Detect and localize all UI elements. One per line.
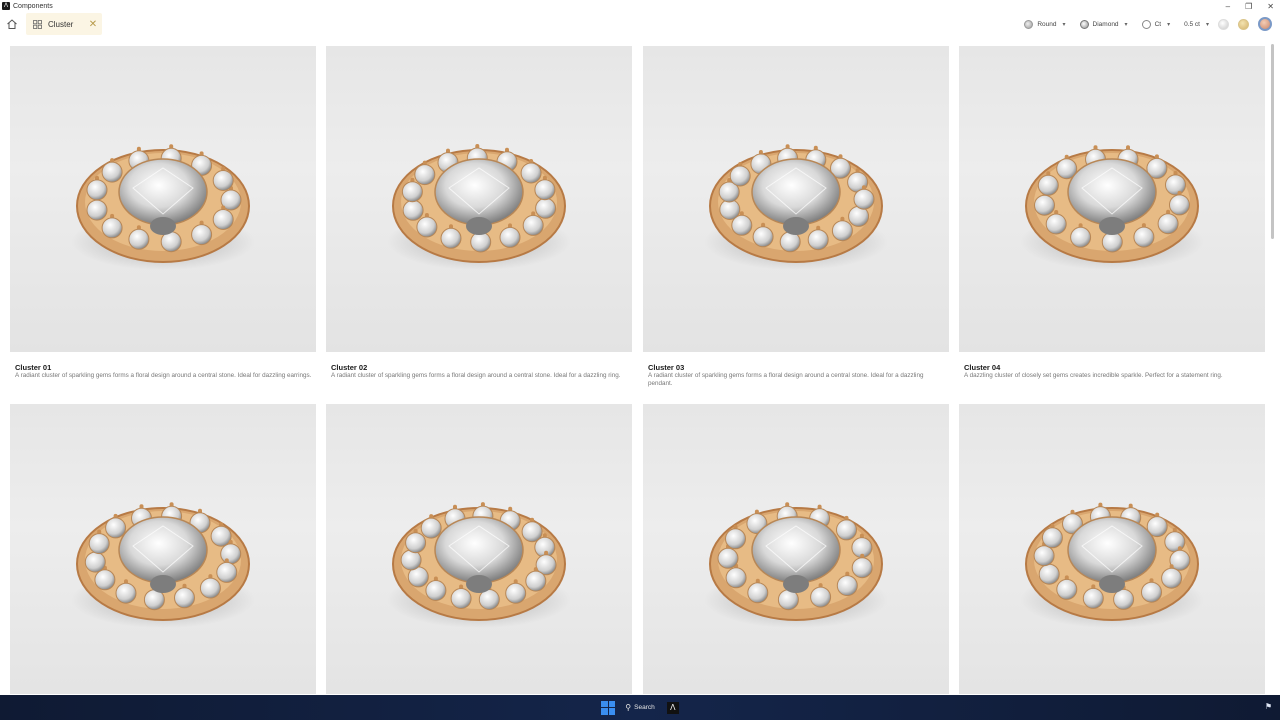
component-description: A dazzling cluster of closely set gems c…	[964, 372, 1223, 379]
unit-label: Ct	[1154, 20, 1162, 28]
component-card[interactable]: Cluster 01 A radiant cluster of sparkling…	[10, 46, 316, 394]
stone-label: Diamond	[1092, 20, 1119, 28]
home-icon	[7, 19, 17, 29]
cluster-ring-image	[1020, 502, 1204, 628]
weight-label: 0.5 ct	[1184, 20, 1200, 28]
component-card[interactable]: Cluster 02 A radiant cluster of sparkling…	[326, 46, 632, 394]
chevron-down-icon: ▾	[1062, 21, 1066, 28]
taskbar-search[interactable]: ⚲ Search	[625, 703, 654, 712]
component-thumbnail[interactable]	[326, 46, 632, 352]
tab-cluster[interactable]: Cluster ✕	[26, 13, 102, 35]
filter-bar: Round ▾ Diamond ▾ Ct ▾ 0.5 ct ▾	[1010, 12, 1272, 36]
minimize-icon[interactable]: –	[1226, 2, 1230, 11]
component-name: Cluster 03	[648, 363, 685, 372]
home-button[interactable]	[0, 12, 24, 36]
title-bar: Λ Components – ❐ ✕	[0, 0, 1280, 12]
shape-dropdown[interactable]: Round ▾	[1024, 19, 1066, 29]
cluster-ring-image	[387, 144, 571, 270]
cluster-ring-image	[71, 502, 255, 628]
component-thumbnail[interactable]	[959, 46, 1265, 352]
chevron-down-icon: ▾	[1167, 21, 1171, 28]
round-gem-icon	[1024, 19, 1034, 29]
app-taskbar-icon[interactable]: Λ	[666, 701, 679, 714]
toolbar: Cluster ✕ Round ▾ Diamond ▾ Ct ▾ 0.5 ct …	[0, 12, 1280, 36]
metal-swatch-gold[interactable]	[1238, 18, 1249, 30]
component-card[interactable]	[643, 404, 949, 694]
close-tab-icon[interactable]: ✕	[87, 18, 99, 30]
weight-dropdown[interactable]: 0.5 ct ▾	[1184, 21, 1209, 28]
app-logo-icon: Λ	[2, 2, 10, 10]
component-thumbnail[interactable]	[959, 404, 1265, 694]
component-description: A radiant cluster of sparkling gems form…	[15, 372, 312, 379]
taskbar: ⚲ Search Λ ⚑	[0, 695, 1280, 720]
cluster-ring-image	[387, 502, 571, 628]
stone-dropdown[interactable]: Diamond ▾	[1079, 19, 1128, 29]
component-grid: Cluster 01 A radiant cluster of sparkling…	[10, 46, 1268, 694]
carat-icon	[1141, 19, 1151, 29]
component-name: Cluster 01	[15, 363, 52, 372]
search-icon: ⚲	[625, 703, 632, 712]
component-name: Cluster 04	[964, 363, 1001, 372]
metal-swatch-silver[interactable]	[1218, 18, 1229, 30]
chevron-down-icon: ▾	[1205, 21, 1209, 28]
component-thumbnail[interactable]	[10, 46, 316, 352]
component-card[interactable]: Cluster 03 A radiant cluster of sparkling…	[643, 46, 949, 394]
shape-label: Round	[1037, 20, 1057, 28]
chevron-down-icon: ▾	[1124, 21, 1128, 28]
component-card[interactable]	[326, 404, 632, 694]
component-description: A radiant cluster of sparkling gems form…	[648, 372, 924, 387]
component-card[interactable]	[10, 404, 316, 694]
window-title: Components	[13, 2, 53, 10]
grid-icon	[32, 19, 42, 29]
component-card[interactable]	[959, 404, 1265, 694]
notification-bell-icon[interactable]: ⚑	[1265, 702, 1272, 711]
windows-start-icon[interactable]	[601, 700, 616, 715]
window-controls: – ❐ ✕	[1226, 0, 1274, 12]
cluster-ring-image	[704, 502, 888, 628]
cluster-ring-image	[71, 144, 255, 270]
cluster-ring-image	[1020, 145, 1204, 270]
tab-label: Cluster	[48, 19, 74, 29]
metal-swatch-rose-gold[interactable]	[1258, 17, 1272, 31]
taskbar-search-label: Search	[634, 704, 655, 711]
component-name: Cluster 02	[331, 363, 368, 372]
component-thumbnail[interactable]	[10, 404, 316, 694]
component-thumbnail[interactable]	[326, 404, 632, 694]
scrollbar[interactable]	[1271, 44, 1274, 239]
component-card[interactable]: Cluster 04 A dazzling cluster of closely …	[959, 46, 1265, 394]
diamond-icon	[1079, 19, 1089, 29]
restore-icon[interactable]: ❐	[1245, 2, 1252, 11]
component-thumbnail[interactable]	[643, 404, 949, 694]
component-description: A radiant cluster of sparkling gems form…	[331, 372, 621, 379]
close-window-icon[interactable]: ✕	[1267, 2, 1274, 11]
component-thumbnail[interactable]	[643, 46, 949, 352]
cluster-ring-image	[704, 144, 888, 270]
unit-dropdown[interactable]: Ct ▾	[1141, 19, 1171, 29]
